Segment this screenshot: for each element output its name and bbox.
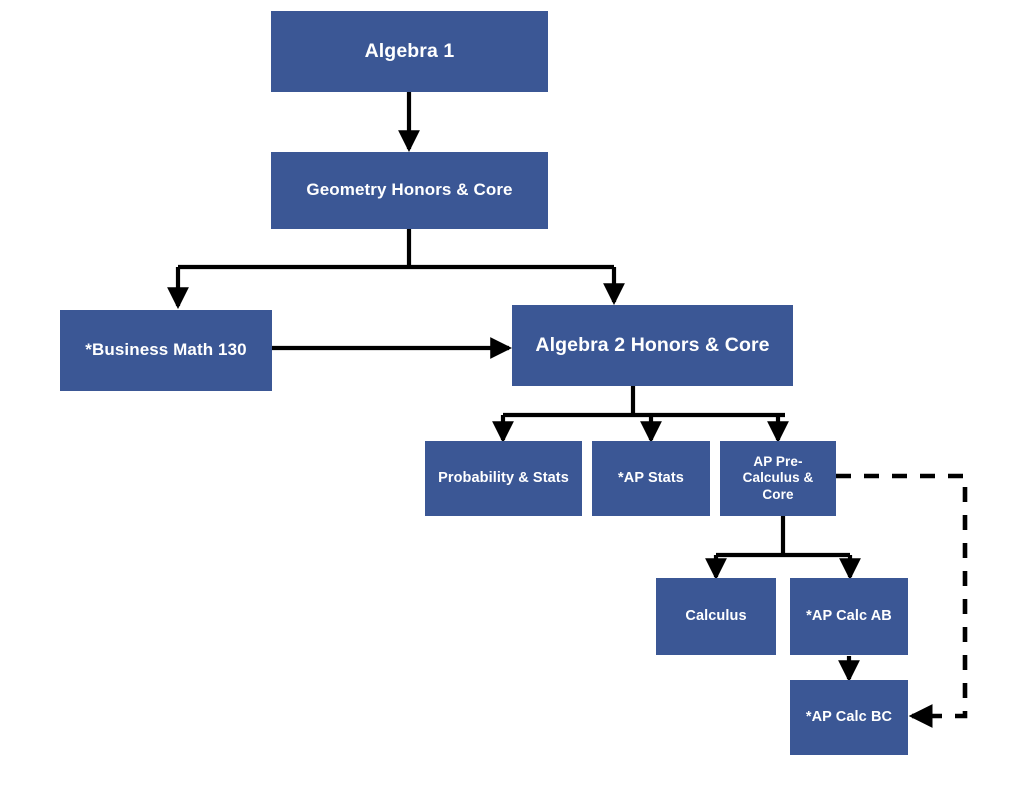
node-ap-pre-calculus-core-label: AP Pre- Calculus & Core xyxy=(726,454,830,503)
flowchart-canvas: Algebra 1 Geometry Honors & Core *Busine… xyxy=(0,0,1024,811)
node-probability-stats-label: Probability & Stats xyxy=(438,469,569,486)
node-algebra-2-honors-core-label: Algebra 2 Honors & Core xyxy=(535,333,770,356)
node-business-math-130[interactable]: *Business Math 130 xyxy=(60,310,272,391)
node-ap-calc-bc-label: *AP Calc BC xyxy=(805,708,893,725)
node-business-math-130-label: *Business Math 130 xyxy=(85,340,247,360)
node-ap-pre-calculus-core-line-1: AP Pre- xyxy=(753,453,803,469)
node-probability-stats[interactable]: Probability & Stats xyxy=(425,441,582,516)
node-ap-pre-calculus-core-line-3: Core xyxy=(762,486,794,502)
node-geometry-honors-core-label: Geometry Honors & Core xyxy=(306,180,513,200)
node-ap-calc-bc[interactable]: *AP Calc BC xyxy=(790,680,908,755)
node-ap-pre-calculus-core[interactable]: AP Pre- Calculus & Core xyxy=(720,441,836,516)
node-algebra-1-label: Algebra 1 xyxy=(364,39,455,62)
node-ap-calc-ab-label: *AP Calc AB xyxy=(806,607,892,624)
node-ap-pre-calculus-core-line-2: Calculus & xyxy=(742,470,814,486)
node-algebra-2-honors-core[interactable]: Algebra 2 Honors & Core xyxy=(512,305,793,386)
node-geometry-honors-core[interactable]: Geometry Honors & Core xyxy=(271,152,548,229)
node-algebra-1[interactable]: Algebra 1 xyxy=(271,11,548,92)
node-ap-calc-ab[interactable]: *AP Calc AB xyxy=(790,578,908,655)
node-calculus-label: Calculus xyxy=(685,607,747,624)
node-calculus[interactable]: Calculus xyxy=(656,578,776,655)
node-ap-stats[interactable]: *AP Stats xyxy=(592,441,710,516)
node-ap-stats-label: *AP Stats xyxy=(618,469,684,486)
